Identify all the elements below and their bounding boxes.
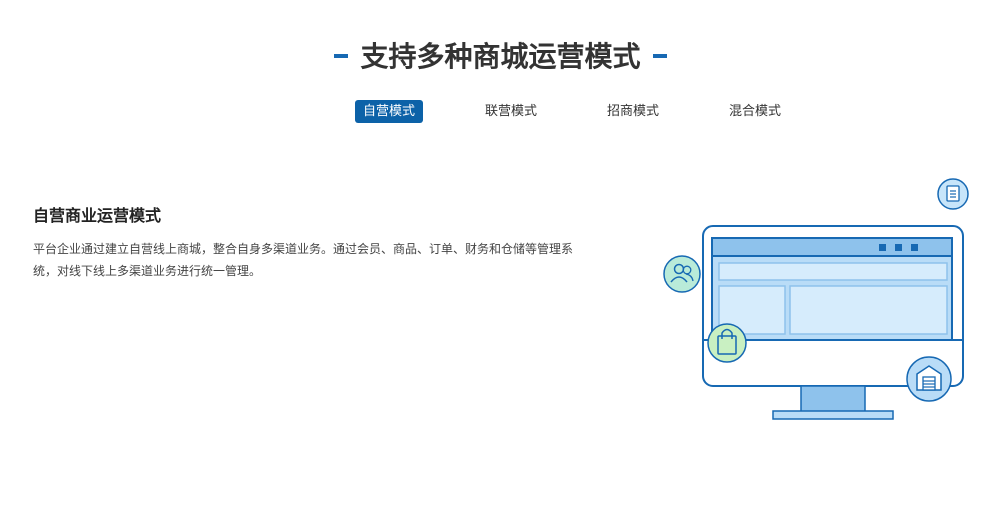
tab-joint-operation[interactable]: 联营模式 xyxy=(477,100,545,123)
computer-illustration xyxy=(663,178,969,420)
section-heading: 支持多种商城运营模式 xyxy=(0,37,1001,77)
content-title: 自营商业运营模式 xyxy=(33,206,162,225)
warehouse-icon xyxy=(906,356,952,402)
heading-title: 支持多种商城运营模式 xyxy=(360,39,641,73)
tab-self-operated[interactable]: 自营模式 xyxy=(355,100,423,123)
content-description: 平台企业通过建立自营线上商城，整合自身多渠道业务。通过会员、商品、订单、财务和仓… xyxy=(33,242,574,278)
document-icon xyxy=(937,178,969,210)
mode-tabs: 自营模式 联营模式 招商模式 混合模式 xyxy=(0,100,1001,124)
heading-dash-left xyxy=(334,53,349,58)
heading-dash-right xyxy=(652,53,667,58)
tab-merchant-recruitment[interactable]: 招商模式 xyxy=(599,100,667,123)
shopping-bag-icon xyxy=(707,323,747,363)
users-icon xyxy=(663,255,701,293)
tab-hybrid[interactable]: 混合模式 xyxy=(721,100,789,123)
